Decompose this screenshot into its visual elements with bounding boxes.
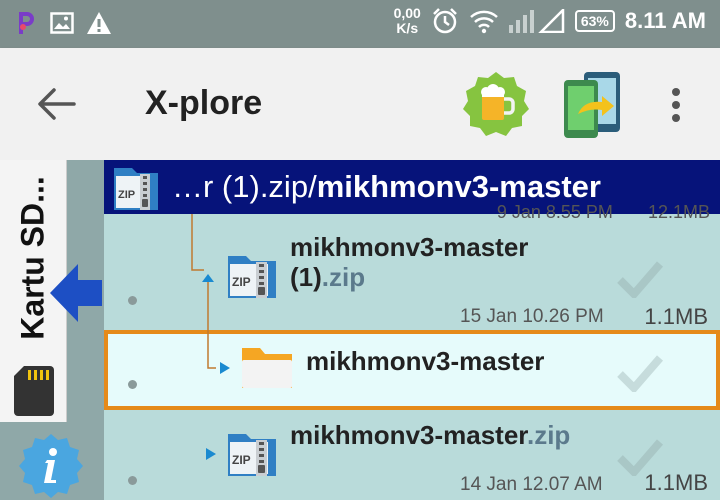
svg-text:ZIP: ZIP — [232, 453, 251, 467]
menu-dot — [672, 101, 680, 109]
warning-icon — [87, 12, 111, 34]
bullet-dot — [128, 380, 137, 389]
app-title: X-plore — [145, 84, 263, 122]
file-name-line2: (1).zip — [290, 262, 528, 292]
image-icon — [50, 12, 74, 34]
beer-icon[interactable] — [462, 70, 530, 138]
menu-dot — [672, 88, 680, 96]
file-size: 1.1MB — [644, 470, 708, 495]
file-name: mikhmonv3-master — [306, 346, 545, 376]
file-name: mikhmonv3-master.zip — [290, 420, 570, 450]
list-item[interactable]: ZIP mikhmonv3-master.zip 14 Jan 12.07 AM… — [104, 414, 720, 500]
zip-icon: ZIP — [228, 434, 276, 476]
path-current: mikhmonv3-master — [316, 169, 601, 204]
arrow-left-icon[interactable] — [48, 260, 104, 326]
folder-icon — [242, 348, 292, 388]
alarm-icon — [432, 8, 457, 34]
path-prefix: …r (1).zip/ — [172, 169, 317, 204]
app-bar: X-plore — [0, 48, 720, 160]
battery-icon: 63% — [574, 10, 615, 32]
file-name-line1: mikhmonv3-master — [290, 232, 529, 262]
file-extension: .zip — [526, 420, 571, 450]
back-arrow-icon[interactable] — [34, 84, 78, 124]
pinterest-icon — [19, 12, 34, 34]
phone-transfer-icon[interactable] — [560, 70, 626, 142]
network-speed: 0,00 K/s — [394, 6, 421, 36]
speed-unit: K/s — [396, 20, 419, 36]
svg-text:ZIP: ZIP — [232, 275, 251, 289]
file-date: 15 Jan 10.26 PM — [460, 306, 604, 327]
signal-icon — [508, 9, 565, 33]
file-extension: .zip — [321, 262, 366, 292]
speed-value: 0,00 — [393, 5, 421, 21]
clock: 8.11 AM — [624, 8, 706, 33]
checkmark-icon[interactable] — [616, 258, 664, 298]
file-name-part: (1) — [290, 262, 322, 292]
status-bar: 0,00 K/s 63% 8.11 AM — [0, 0, 720, 48]
bullet-dot — [128, 476, 137, 485]
file-date: 14 Jan 12.07 AM — [460, 474, 603, 495]
sd-card-icon — [14, 366, 54, 416]
bullet-dot — [128, 296, 137, 305]
zip-icon: ZIP — [114, 168, 158, 210]
notification-icons — [14, 10, 112, 36]
system-icons: 0,00 K/s 63% 8.11 AM — [394, 6, 706, 36]
info-icon[interactable] — [18, 432, 84, 498]
file-name: mikhmonv3-master (1).zip — [290, 232, 528, 292]
path-text: …r (1).zip/mikhmonv3-master — [172, 169, 601, 205]
svg-text:ZIP: ZIP — [118, 189, 135, 201]
more-vert-icon[interactable] — [664, 82, 688, 128]
file-list: 9 Jan 8.55 PM 12.1MB ZIP mikhmonv3-maste… — [104, 202, 720, 500]
wifi-icon — [469, 10, 498, 34]
list-item-selected[interactable]: mikhmonv3-master — [104, 330, 720, 410]
side-panel: Kartu SD... — [0, 160, 104, 500]
list-item[interactable]: ZIP mikhmonv3-master (1).zip 15 Jan 10.2… — [104, 214, 720, 330]
file-name-part: mikhmonv3-master — [290, 420, 527, 450]
checkmark-icon[interactable] — [616, 352, 664, 392]
menu-dot — [672, 114, 680, 122]
zip-icon: ZIP — [228, 256, 276, 298]
file-size: 1.1MB — [644, 304, 708, 329]
storage-tab-label: Kartu SD... — [14, 176, 51, 340]
